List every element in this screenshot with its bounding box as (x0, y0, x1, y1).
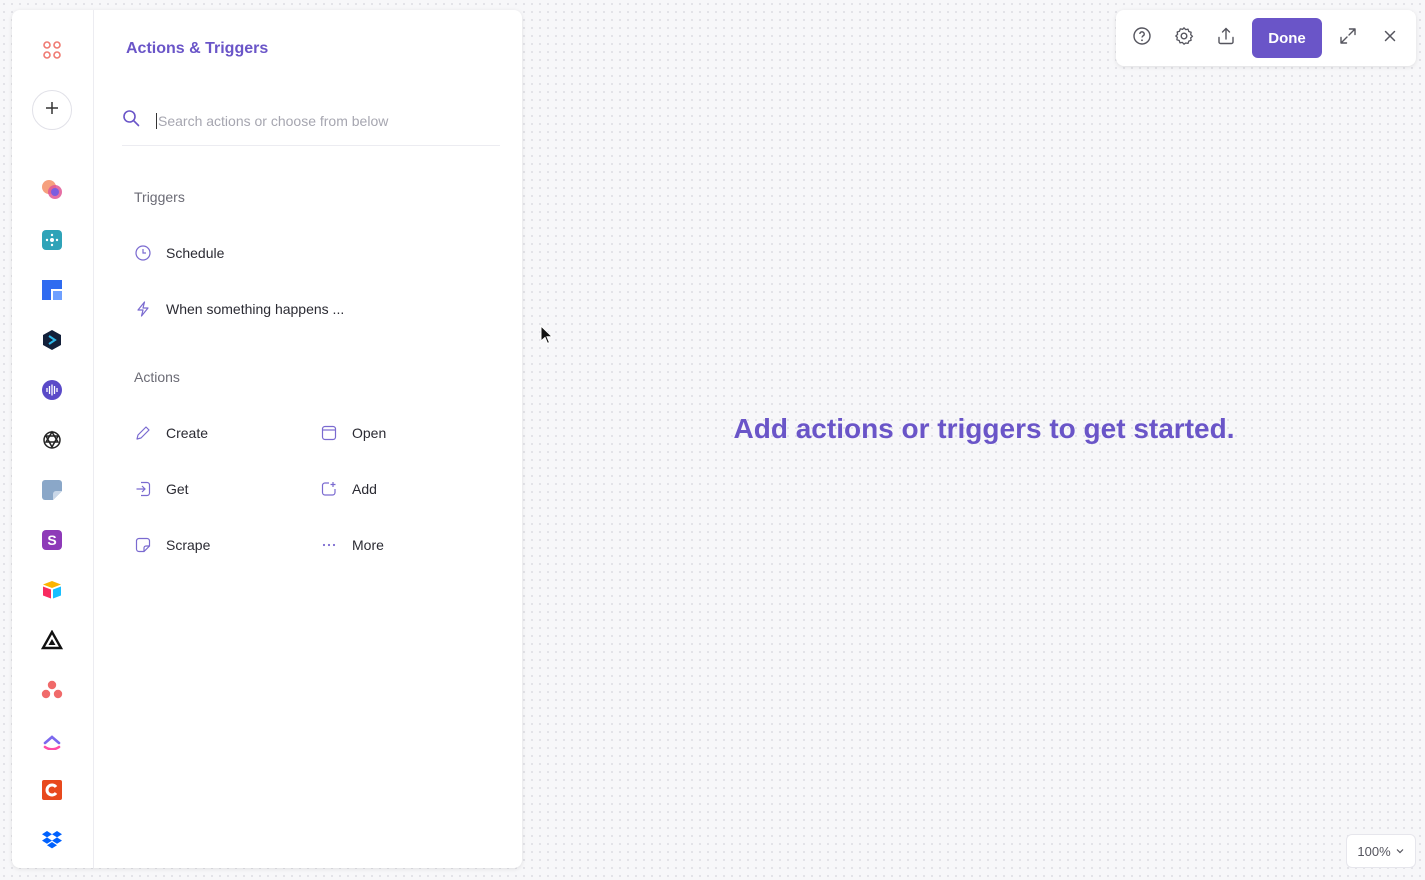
help-button[interactable] (1130, 26, 1154, 50)
expand-icon (1338, 26, 1358, 51)
action-open[interactable]: Open (320, 424, 386, 442)
action-label: Open (352, 425, 387, 441)
multicolor-app-icon[interactable] (40, 178, 64, 202)
settings-icon (1174, 26, 1194, 51)
share-button[interactable] (1214, 26, 1238, 50)
action-label: More (352, 537, 384, 553)
trigger-label: Schedule (166, 245, 225, 261)
clickup-icon[interactable] (40, 728, 64, 752)
share-icon (1216, 26, 1236, 51)
clock-icon (134, 244, 152, 262)
zoom-level: 100% (1357, 843, 1391, 859)
orange-c-icon[interactable] (40, 778, 64, 802)
sticker-icon (134, 536, 152, 554)
panel-title: Actions & Triggers (126, 40, 269, 57)
trigger-label: When something happens ... (166, 301, 345, 317)
search-input[interactable] (156, 112, 486, 129)
audio-wave-icon[interactable] (40, 378, 64, 402)
action-more[interactable]: More (320, 536, 384, 554)
toolbar: Done (1116, 10, 1416, 66)
search-bar (122, 96, 500, 146)
action-get[interactable]: Get (134, 480, 189, 498)
done-button[interactable]: Done (1252, 18, 1322, 58)
add-icon (44, 100, 60, 121)
mouse-cursor-icon (540, 324, 554, 350)
action-label: Add (352, 481, 377, 497)
search-icon (122, 109, 140, 132)
chevron-down-icon (1395, 844, 1405, 859)
lightning-icon (134, 300, 152, 318)
note-icon[interactable] (40, 478, 64, 502)
teal-app-icon[interactable] (40, 228, 64, 252)
pencil-icon (134, 424, 152, 442)
triggers-section-label: Triggers (134, 189, 185, 205)
asana-icon[interactable] (40, 678, 64, 702)
window-icon (320, 424, 338, 442)
action-create[interactable]: Create (134, 424, 208, 442)
airtable-icon[interactable] (40, 578, 64, 602)
add-square-icon (320, 480, 338, 498)
svg-text:S: S (47, 532, 56, 548)
expand-button[interactable] (1336, 26, 1360, 50)
s-app-icon[interactable]: S (40, 528, 64, 552)
zoom-control[interactable]: 100% (1346, 834, 1416, 868)
openai-icon[interactable] (40, 428, 64, 452)
add-app-button[interactable] (32, 90, 72, 130)
close-icon (1382, 28, 1398, 49)
action-add[interactable]: Add (320, 480, 377, 498)
help-icon (1132, 26, 1152, 51)
import-icon (134, 480, 152, 498)
empty-canvas-message: Add actions or triggers to get started. (733, 413, 1235, 444)
dark-hexagon-icon[interactable] (40, 328, 64, 352)
apps-grid-icon[interactable] (40, 38, 64, 62)
trigger-when-something-happens[interactable]: When something happens ... (134, 300, 344, 318)
action-label: Get (166, 481, 189, 497)
blue-board-icon[interactable] (40, 278, 64, 302)
dropbox-icon[interactable] (40, 828, 64, 852)
app-rail: S (12, 10, 94, 868)
actions-triggers-panel: S Actions & Triggers Triggers (12, 10, 522, 868)
settings-button[interactable] (1172, 26, 1196, 50)
trigger-schedule[interactable]: Schedule (134, 244, 224, 262)
triangle-app-icon[interactable] (40, 628, 64, 652)
action-label: Create (166, 425, 209, 441)
panel-content: Actions & Triggers Triggers Schedule Whe… (94, 10, 522, 868)
dots-icon (320, 536, 338, 554)
action-label: Scrape (166, 537, 211, 553)
actions-section-label: Actions (134, 369, 180, 385)
action-scrape[interactable]: Scrape (134, 536, 210, 554)
close-button[interactable] (1378, 26, 1402, 50)
